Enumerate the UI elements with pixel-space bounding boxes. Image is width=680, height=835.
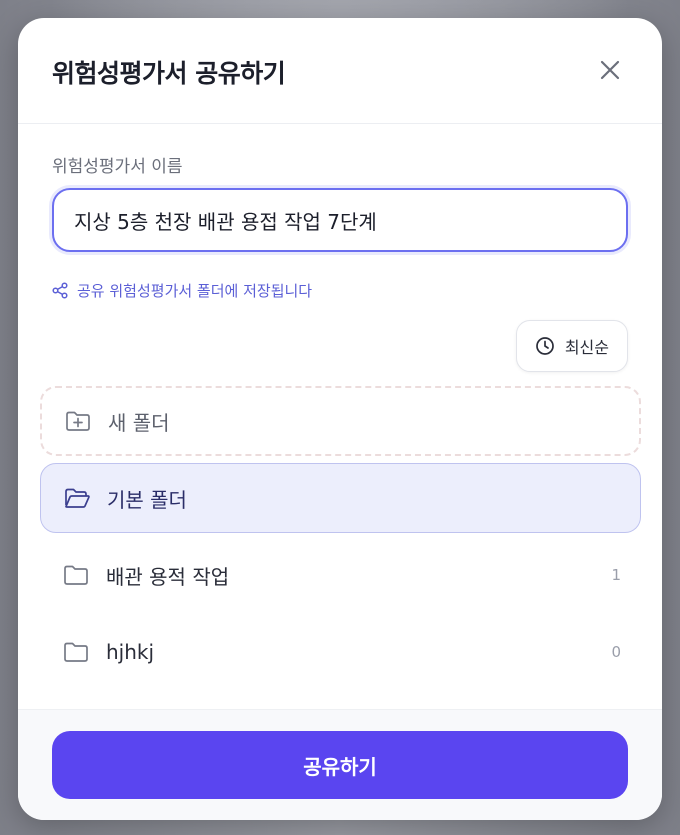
close-button[interactable]	[596, 56, 624, 84]
name-field-label: 위험성평가서 이름	[52, 157, 183, 177]
folder-item[interactable]: 기본 폴더	[40, 463, 641, 533]
folder-count: 0	[611, 643, 621, 661]
folder-item[interactable]: 배관 용적 작업 1	[40, 540, 641, 610]
sort-label: 최신순	[564, 338, 609, 357]
folder-open-icon	[63, 484, 91, 512]
folder-list: 새 폴더 기본 폴더 배관 용적 작업 1 hjhkj 0	[40, 386, 641, 694]
folder-name: 배관 용적 작업	[106, 564, 230, 589]
folder-icon	[62, 561, 90, 589]
hint-text: 공유 위험성평가서 폴더에 저장됩니다	[77, 282, 313, 300]
folder-plus-icon	[64, 407, 92, 435]
assessment-name-input[interactable]	[52, 188, 628, 252]
share-dialog: 위험성평가서 공유하기 위험성평가서 이름 공유 위험성평가서 폴더에 저장됩니…	[18, 18, 662, 820]
folder-item[interactable]: hjhkj 0	[40, 617, 641, 687]
clock-icon	[535, 337, 554, 355]
folder-count: 1	[611, 566, 621, 584]
dialog-body: 위험성평가서 이름 공유 위험성평가서 폴더에 저장됩니다 최신순	[18, 124, 662, 709]
save-location-hint: 공유 위험성평가서 폴더에 저장됩니다	[52, 280, 312, 301]
dialog-header: 위험성평가서 공유하기	[18, 18, 662, 124]
folder-name: 기본 폴더	[107, 487, 187, 512]
dialog-title: 위험성평가서 공유하기	[52, 59, 286, 88]
close-icon	[600, 60, 620, 80]
share-button[interactable]: 공유하기	[52, 731, 628, 799]
share-nodes-icon	[52, 282, 68, 299]
folder-icon	[62, 638, 90, 666]
dialog-footer: 공유하기	[18, 709, 662, 820]
new-folder-label: 새 폴더	[108, 410, 170, 435]
folder-name: hjhkj	[106, 640, 155, 664]
sort-button[interactable]: 최신순	[515, 320, 628, 372]
new-folder-button[interactable]: 새 폴더	[40, 386, 641, 456]
